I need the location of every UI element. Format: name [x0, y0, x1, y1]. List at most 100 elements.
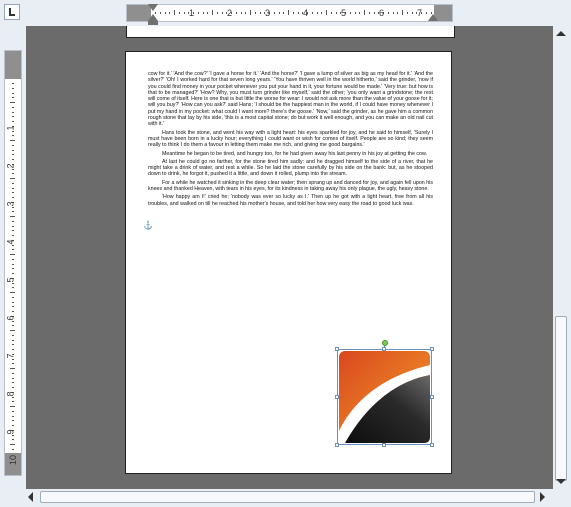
- hanging-indent-marker[interactable]: [148, 14, 158, 21]
- ruler-tick: [397, 12, 399, 14]
- scroll-right-arrow-icon[interactable]: [540, 492, 545, 502]
- ruler-number: 1: [189, 8, 195, 18]
- ruler-tick: [10, 216, 15, 217]
- ruler-number: 7: [5, 353, 16, 359]
- paragraph[interactable]: At last he could go no farther, for the …: [148, 159, 433, 178]
- ruler-tick: [12, 439, 14, 441]
- ruler-tick: [259, 12, 261, 14]
- ruler-tick: [12, 121, 14, 122]
- ruler-tick: [12, 144, 14, 146]
- paragraph[interactable]: cow for it.' 'And the cow?' 'I gave a ho…: [148, 71, 433, 128]
- ruler-tick: [278, 12, 280, 14]
- ruler-tick: [12, 339, 14, 341]
- ruler-tick: [12, 358, 14, 360]
- ruler-tick: [12, 235, 14, 236]
- left-indent-marker[interactable]: [148, 21, 158, 25]
- ruler-tick: [12, 268, 14, 270]
- ruler-tick: [12, 168, 14, 170]
- scroll-down-arrow-icon[interactable]: [556, 479, 566, 484]
- ruler-tick: [12, 173, 14, 175]
- ruler-tick: [12, 387, 14, 388]
- ruler-tick: [12, 344, 14, 346]
- right-indent-marker[interactable]: [428, 14, 438, 21]
- ruler-tick: [12, 415, 14, 417]
- ruler-tick: [10, 102, 15, 103]
- vertical-scroll-thumb[interactable]: [555, 316, 567, 481]
- ruler-number: 6: [379, 8, 385, 18]
- ruler-tick: [12, 306, 14, 308]
- resize-handle-top-left[interactable]: [335, 347, 339, 351]
- ruler-tick: [12, 410, 14, 412]
- first-line-indent-marker[interactable]: [148, 4, 158, 11]
- ruler-number: 3: [5, 201, 16, 207]
- scroll-left-arrow-icon[interactable]: [28, 492, 33, 502]
- horizontal-ruler[interactable]: 1 2 3 4 5 6 7: [126, 4, 453, 25]
- ruler-tick: [12, 83, 14, 84]
- ruler-tick: [207, 12, 209, 14]
- ruler-tick: [12, 249, 14, 251]
- resize-handle-right[interactable]: [430, 395, 434, 399]
- ruler-tick: [12, 301, 14, 303]
- ruler-tick: [12, 287, 14, 289]
- tab-stop-selector-button[interactable]: [4, 4, 20, 20]
- ruler-tick: [12, 282, 14, 284]
- resize-handle-top-right[interactable]: [430, 347, 434, 351]
- rotation-handle[interactable]: [382, 340, 388, 346]
- resize-handle-top[interactable]: [382, 347, 386, 351]
- ruler-number: 4: [5, 239, 16, 245]
- ruler-tick: [12, 244, 14, 246]
- ruler-tick: [406, 12, 408, 14]
- ruler-tick: [12, 116, 14, 118]
- ruler-tick: [12, 334, 14, 336]
- ruler-tick: [12, 448, 14, 450]
- ruler-tick: [12, 349, 14, 350]
- document-body[interactable]: cow for it.' 'And the cow?' 'I gave a ho…: [148, 71, 433, 209]
- resize-handle-bottom[interactable]: [382, 443, 386, 447]
- ruler-tick: [321, 12, 323, 14]
- top-margin-area[interactable]: [5, 51, 21, 79]
- ruler-tick: [402, 10, 403, 15]
- ruler-tick: [159, 12, 161, 14]
- ruler-number: 8: [5, 391, 16, 397]
- ruler-tick: [12, 187, 14, 189]
- ruler-tick: [10, 292, 15, 293]
- horizontal-scrollbar[interactable]: [0, 489, 553, 505]
- ruler-tick: [12, 111, 14, 113]
- document-workspace[interactable]: cow for it.' 'And the cow?' 'I gave a ho…: [26, 26, 553, 489]
- ruler-tick: [10, 178, 15, 179]
- resize-handle-bottom-left[interactable]: [335, 443, 339, 447]
- ruler-number: 7: [417, 8, 423, 18]
- ruler-tick: [283, 12, 285, 14]
- ruler-tick: [349, 12, 351, 14]
- vertical-scrollbar[interactable]: [553, 26, 569, 489]
- ruler-number: 2: [227, 8, 233, 18]
- ruler-tick: [12, 311, 14, 312]
- previous-page-bottom[interactable]: [126, 26, 455, 38]
- ruler-number: 6: [5, 315, 16, 321]
- horizontal-scroll-thumb[interactable]: [40, 491, 535, 503]
- document-page[interactable]: cow for it.' 'And the cow?' 'I gave a ho…: [125, 51, 452, 474]
- ruler-tick: [183, 12, 185, 14]
- ruler-tick: [12, 230, 14, 232]
- scroll-up-arrow-icon[interactable]: [556, 31, 566, 36]
- paragraph[interactable]: 'How happy am I!' cried he; 'nobody was …: [148, 194, 433, 207]
- resize-handle-bottom-right[interactable]: [430, 443, 434, 447]
- object-anchor-icon[interactable]: ⚓: [143, 221, 153, 230]
- ruler-tick: [373, 12, 375, 14]
- ruler-tick: [354, 12, 356, 14]
- ruler-tick: [12, 206, 14, 208]
- ruler-tick: [12, 382, 14, 384]
- paragraph[interactable]: Meantime he began to be tired, and hungr…: [148, 151, 433, 157]
- ruler-tick: [425, 12, 427, 14]
- paragraph[interactable]: Hans took the stone, and went his way wi…: [148, 130, 433, 149]
- selected-image[interactable]: [335, 340, 434, 447]
- ruler-tick: [359, 12, 361, 14]
- ruler-number: 5: [341, 8, 347, 18]
- ruler-number: 1: [5, 125, 16, 131]
- paragraph[interactable]: For a while he watched it sinking in the…: [148, 180, 433, 193]
- ruler-tick: [12, 396, 14, 398]
- ruler-tick: [202, 12, 204, 14]
- resize-handle-left[interactable]: [335, 395, 339, 399]
- ruler-tick: [250, 10, 251, 15]
- vertical-ruler[interactable]: 1 2 3 4 5 6 7 8 9 10: [4, 50, 22, 476]
